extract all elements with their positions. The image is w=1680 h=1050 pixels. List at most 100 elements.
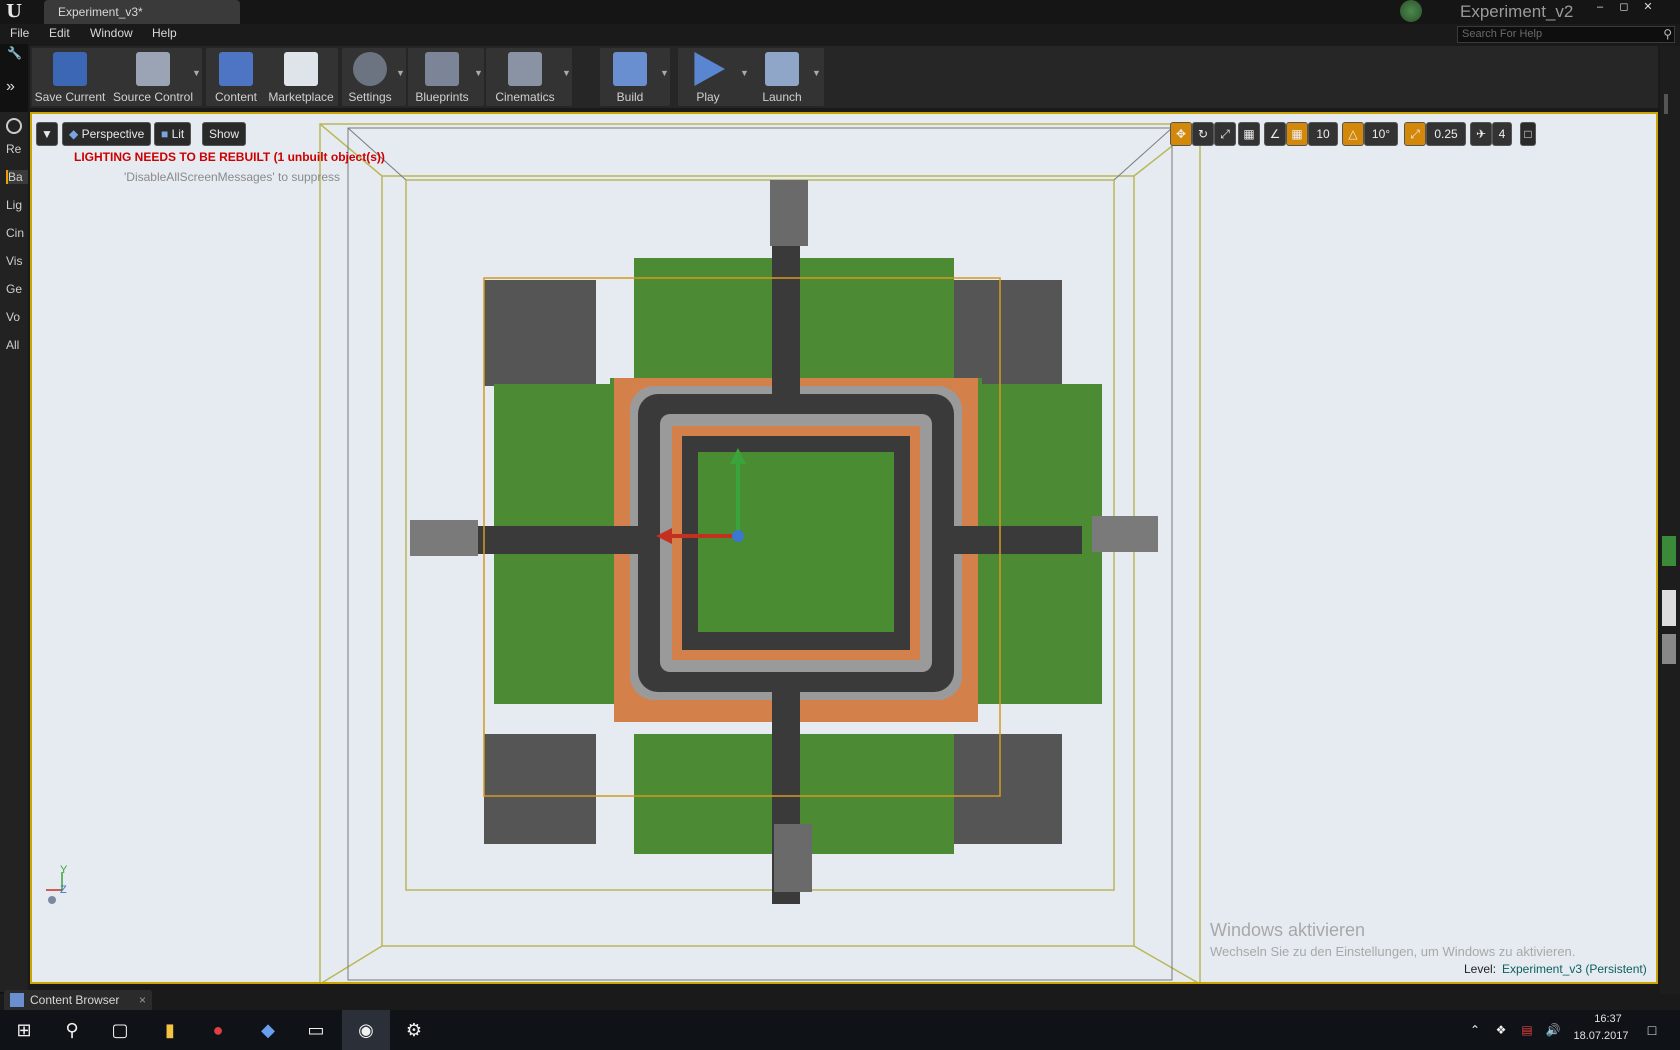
help-search-input[interactable]: Search For Help ⚲ (1457, 26, 1675, 43)
cinematics-dropdown-icon[interactable]: ▼ (562, 68, 572, 78)
search-icon[interactable] (6, 118, 22, 134)
category-geometry[interactable]: Ge (6, 282, 28, 296)
marketplace-button[interactable]: Marketplace (266, 48, 336, 106)
code-editor-icon[interactable]: ◆ (244, 1010, 292, 1050)
play-dropdown-icon[interactable]: ▼ (740, 68, 750, 78)
side-tab-green[interactable] (1662, 536, 1676, 566)
menu-help[interactable]: Help (152, 26, 177, 40)
blueprints-dropdown-icon[interactable]: ▼ (474, 68, 484, 78)
save-icon (53, 52, 87, 86)
rotation-snap-icon[interactable]: △ (1342, 122, 1364, 146)
toolbar-group-content: Content Marketplace (206, 48, 338, 106)
rotate-mode-icon[interactable]: ↻ (1192, 122, 1214, 146)
source-control-button[interactable]: Source Control (112, 48, 194, 106)
right-scrollbar[interactable] (1660, 46, 1680, 994)
close-button[interactable]: ✕ (1638, 0, 1658, 14)
content-button[interactable]: Content (208, 48, 264, 106)
tray-chevron-icon[interactable]: ⌃ (1462, 1010, 1488, 1050)
project-badge-icon[interactable] (1400, 0, 1422, 22)
notifications-icon[interactable]: □ (1632, 1010, 1672, 1050)
scale-snap-value[interactable]: 0.25 (1426, 122, 1466, 146)
category-volumes[interactable]: Vo (6, 310, 28, 324)
axis-y-label: Y (60, 864, 68, 876)
content-browser-tab[interactable]: Content Browser × (4, 990, 152, 1010)
task-view-icon[interactable]: ▢ (96, 1010, 144, 1050)
search-icon[interactable]: ⚲ (48, 1010, 96, 1050)
launch-dropdown-icon[interactable]: ▼ (812, 68, 822, 78)
windows-start-icon[interactable]: ⊞ (0, 1010, 48, 1050)
file-explorer-icon[interactable]: ▮ (146, 1010, 194, 1050)
category-cinematic[interactable]: Cin (6, 226, 28, 240)
side-tab-grey[interactable] (1662, 634, 1676, 664)
settings-button[interactable]: Settings (344, 48, 396, 106)
toolbar-group-save: Save Current Source Control ▼ (32, 48, 202, 106)
title-bar: U Experiment_v3* Experiment_v2 – ◻ ✕ (0, 0, 1680, 24)
category-recent[interactable]: Re (6, 142, 28, 156)
build-dropdown-icon[interactable]: ▼ (660, 68, 670, 78)
launch-label: Launch (762, 90, 802, 104)
menu-edit[interactable]: Edit (49, 26, 70, 40)
unreal-logo-icon: U (6, 1, 22, 22)
close-tab-icon[interactable]: × (139, 990, 146, 1010)
volume-icon[interactable]: 🔊 (1540, 1010, 1566, 1050)
category-visual-effects[interactable]: Vis (6, 254, 28, 268)
maximize-button[interactable]: ◻ (1614, 0, 1634, 14)
menu-window[interactable]: Window (90, 26, 133, 40)
source-control-dropdown-icon[interactable]: ▼ (192, 68, 202, 78)
scale-snap-icon[interactable]: ⤢ (1404, 122, 1426, 146)
launch-button[interactable]: Launch (754, 48, 810, 106)
settings-gear-icon[interactable]: ⚙ (390, 1010, 438, 1050)
lit-button[interactable]: ■ Lit (154, 122, 192, 146)
show-button[interactable]: Show (202, 122, 247, 146)
main-toolbar: Save Current Source Control ▼ Content Ma… (30, 46, 1658, 108)
play-button[interactable]: Play (680, 48, 736, 106)
camera-speed-icon[interactable]: ✈ (1470, 122, 1492, 146)
launch-icon (765, 52, 799, 86)
oculus-icon[interactable]: ▭ (292, 1010, 340, 1050)
save-current-button[interactable]: Save Current (34, 48, 106, 106)
translate-mode-icon[interactable]: ✥ (1170, 122, 1192, 146)
lighting-warning: LIGHTING NEEDS TO BE REBUILT (1 unbuilt … (74, 150, 385, 164)
settings-label: Settings (348, 90, 392, 104)
expand-chevron-icon[interactable]: » (6, 78, 15, 96)
suppress-note: 'DisableAllScreenMessages' to suppress (124, 170, 341, 184)
network-icon[interactable]: ▤ (1514, 1010, 1540, 1050)
blueprints-label: Blueprints (415, 90, 469, 104)
scale-mode-icon[interactable]: ⤢ (1214, 122, 1236, 146)
surface-snap-icon[interactable]: ∠ (1264, 122, 1286, 146)
menu-file[interactable]: File (10, 26, 29, 40)
clock-time: 16:37 (1594, 1013, 1622, 1025)
cinematics-button[interactable]: Cinematics (488, 48, 562, 106)
wrench-icon[interactable]: 🔧 (7, 46, 22, 60)
windows-taskbar: ⊞ ⚲ ▢ ▮ ● ◆ ▭ ◉ ⚙ ⌃ ❖ ▤ 🔊 □ (0, 1010, 1680, 1050)
perspective-button[interactable]: ◆ Perspective (62, 122, 152, 146)
build-button[interactable]: Build (602, 48, 658, 106)
minimize-button[interactable]: – (1590, 0, 1610, 14)
grid-snap-icon[interactable]: ▦ (1286, 122, 1308, 146)
camera-speed-value[interactable]: 4 (1492, 122, 1512, 146)
dropbox-icon[interactable]: ❖ (1488, 1010, 1514, 1050)
building-north (770, 180, 808, 246)
marketplace-icon (284, 52, 318, 86)
chrome-icon[interactable]: ● (194, 1010, 242, 1050)
maximize-viewport-icon[interactable]: □ (1520, 122, 1536, 146)
category-lights[interactable]: Lig (6, 198, 28, 212)
world-local-icon[interactable]: ▦ (1238, 122, 1260, 146)
level-viewport[interactable]: ▼ ◆ Perspective ■ Lit Show LIGHTING NEED… (30, 112, 1658, 984)
category-basic[interactable]: Ba (6, 170, 28, 184)
settings-dropdown-icon[interactable]: ▼ (396, 68, 406, 78)
scroll-thumb[interactable] (1664, 94, 1668, 114)
unreal-engine-icon[interactable]: ◉ (342, 1010, 390, 1050)
category-all-classes[interactable]: All (6, 338, 28, 352)
viewport-options-button[interactable]: ▼ (36, 122, 58, 146)
toolbar-group-cinematics: Cinematics ▼ (486, 48, 572, 106)
building-east (1092, 516, 1158, 552)
clock-date: 18.07.2017 (1573, 1030, 1629, 1042)
menu-bar: File Edit Window Help (0, 24, 1680, 44)
search-icon[interactable]: ⚲ (1663, 27, 1672, 42)
rotation-snap-value[interactable]: 10° (1364, 122, 1398, 146)
document-tab[interactable]: Experiment_v3* (44, 0, 240, 24)
grid-snap-value[interactable]: 10 (1308, 122, 1338, 146)
side-tab-white[interactable] (1662, 590, 1676, 626)
blueprints-button[interactable]: Blueprints (410, 48, 474, 106)
